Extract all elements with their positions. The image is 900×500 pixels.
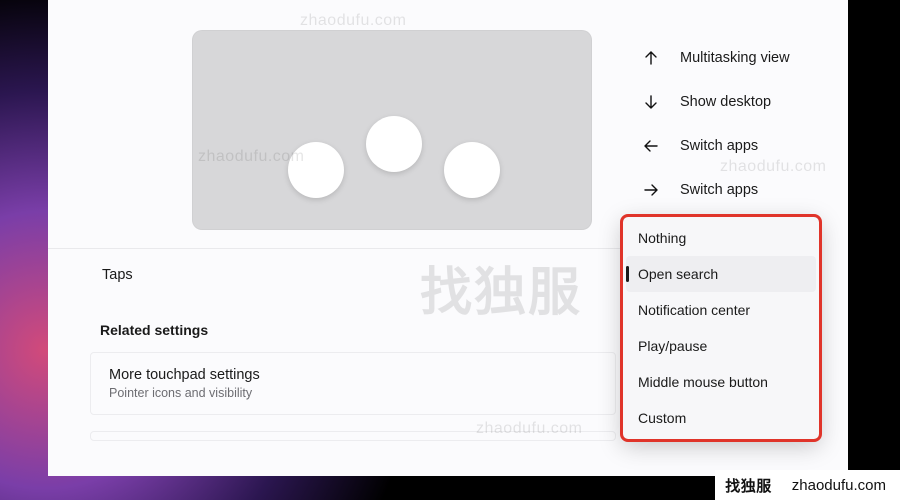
settings-window: Taps Related settings More touchpad sett… xyxy=(48,0,848,476)
gesture-option-left[interactable]: Switch apps xyxy=(636,124,848,168)
dropdown-item-open-search[interactable]: Open search xyxy=(626,256,816,292)
dropdown-item-middle-mouse[interactable]: Middle mouse button xyxy=(626,364,816,400)
gesture-option-label: Show desktop xyxy=(680,94,771,110)
source-footer: 找独服 zhaodufu.com xyxy=(715,470,900,500)
arrow-up-icon xyxy=(642,51,660,65)
finger-dot xyxy=(288,142,344,198)
footer-domain: zhaodufu.com xyxy=(792,477,886,494)
dropdown-item-play-pause[interactable]: Play/pause xyxy=(626,328,816,364)
more-touchpad-title: More touchpad settings xyxy=(109,367,597,383)
arrow-left-icon xyxy=(642,139,660,153)
dropdown-item-custom[interactable]: Custom xyxy=(626,400,816,436)
tap-action-dropdown[interactable]: Nothing Open search Notification center … xyxy=(622,216,820,440)
gesture-option-right[interactable]: Switch apps xyxy=(636,168,848,212)
touchpad-preview-area xyxy=(48,0,636,248)
finger-dot xyxy=(444,142,500,198)
footer-brand: 找独服 xyxy=(725,475,772,496)
gesture-option-label: Multitasking view xyxy=(680,50,790,66)
more-touchpad-subtitle: Pointer icons and visibility xyxy=(109,386,597,400)
dropdown-item-notification-center[interactable]: Notification center xyxy=(626,292,816,328)
gesture-option-down[interactable]: Show desktop xyxy=(636,80,848,124)
finger-dot xyxy=(366,116,422,172)
more-touchpad-settings-row[interactable]: More touchpad settings Pointer icons and… xyxy=(90,352,616,415)
gesture-option-label: Switch apps xyxy=(680,138,758,154)
arrow-down-icon xyxy=(642,95,660,109)
gesture-option-up[interactable]: Multitasking view xyxy=(636,36,848,80)
arrow-right-icon xyxy=(642,183,660,197)
taps-row-title: Taps xyxy=(102,267,614,283)
gesture-option-label: Switch apps xyxy=(680,182,758,198)
taps-row[interactable]: Taps xyxy=(48,248,636,304)
main-column: Taps Related settings More touchpad sett… xyxy=(48,0,636,476)
touchpad-preview xyxy=(192,30,592,230)
dropdown-item-nothing[interactable]: Nothing xyxy=(626,220,816,256)
next-card-peek xyxy=(90,431,616,441)
related-settings-heading: Related settings xyxy=(48,304,636,344)
